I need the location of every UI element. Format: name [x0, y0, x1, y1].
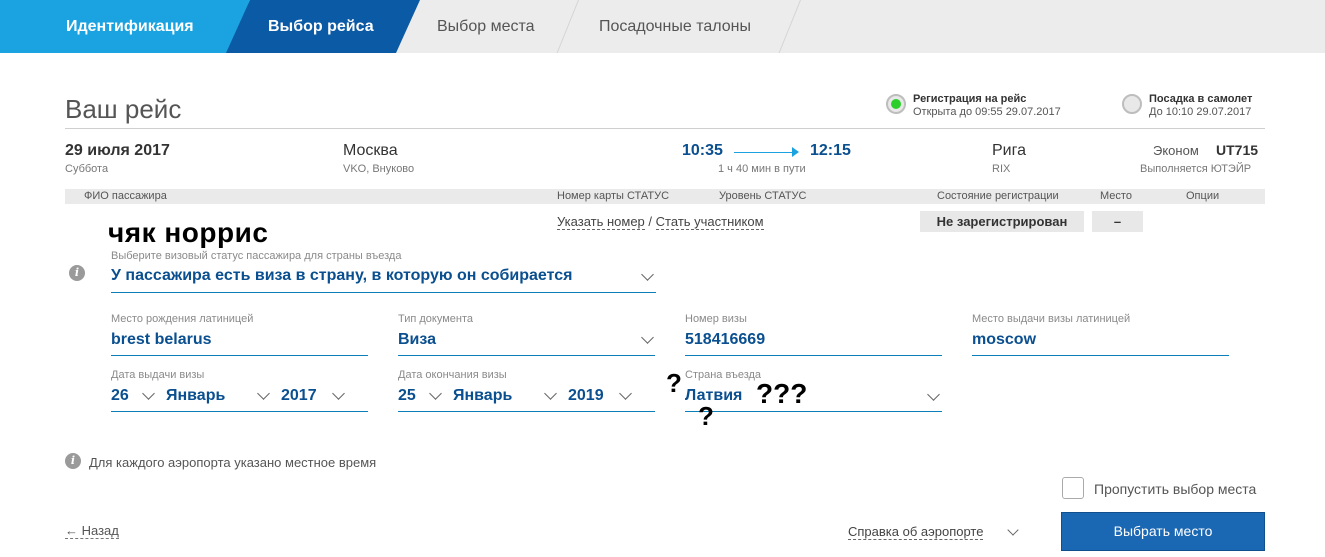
boarding-status-title: Посадка в самолет	[1149, 93, 1253, 105]
doc-type-label: Тип документа	[398, 313, 474, 325]
chevron-down-icon[interactable]	[619, 387, 632, 400]
step-flight-selection[interactable]: Выбор рейса	[226, 0, 420, 53]
departure-city: Москва	[343, 142, 398, 159]
issue-date-label: Дата выдачи визы	[111, 369, 205, 381]
flight-duration: 1 ч 40 мин в пути	[718, 163, 806, 175]
col-status-card: Номер карты СТАТУС	[557, 190, 670, 202]
skip-seat-checkbox[interactable]	[1062, 477, 1084, 499]
fare-class: Эконом	[1153, 143, 1199, 158]
chevron-down-icon[interactable]	[257, 387, 270, 400]
enter-card-number-link[interactable]: Указать номер	[557, 214, 645, 230]
seat-badge: –	[1092, 211, 1143, 232]
chevron-down-icon[interactable]	[142, 387, 155, 400]
issue-year-select[interactable]: 2017	[281, 387, 317, 405]
departure-time: 10:35	[682, 142, 723, 159]
col-seat: Место	[1100, 190, 1132, 202]
arrival-time: 12:15	[810, 142, 851, 159]
chevron-down-icon[interactable]	[429, 387, 442, 400]
flight-arrow	[734, 152, 796, 153]
registration-status-badge: Не зарегистрирован	[920, 211, 1084, 232]
boarding-status-indicator	[1122, 94, 1142, 114]
visa-status-select[interactable]: У пассажира есть виза в страну, в котору…	[111, 267, 572, 285]
chevron-down-icon[interactable]	[544, 387, 557, 400]
issue-day-select[interactable]: 26	[111, 387, 129, 405]
skip-seat-label[interactable]: Пропустить выбор места	[1094, 481, 1256, 497]
step-seat-selection[interactable]: Выбор места	[400, 0, 580, 53]
birthplace-underline	[111, 355, 368, 356]
expiry-date-underline	[398, 411, 655, 412]
step-boarding-passes[interactable]: Посадочные талоны	[565, 0, 795, 53]
col-reg-status: Состояние регистрации	[937, 190, 1059, 202]
page-title: Ваш рейс	[65, 94, 182, 124]
chevron-down-icon[interactable]	[641, 331, 654, 344]
col-status-level: Уровень СТАТУС	[719, 190, 807, 202]
visa-number-underline	[685, 355, 942, 356]
question-mark-annotation: ?	[666, 368, 682, 398]
info-icon: i	[69, 265, 85, 281]
visa-place-label: Место выдачи визы латиницей	[972, 313, 1131, 325]
chevron-down-icon[interactable]	[927, 388, 940, 401]
col-passenger-name: ФИО пассажира	[84, 190, 167, 202]
doc-type-select[interactable]: Виза	[398, 331, 436, 349]
arrival-city: Рига	[992, 142, 1026, 159]
status-links: Указать номер / Стать участником	[557, 214, 764, 230]
flight-date: 29 июля 2017	[65, 142, 170, 159]
arrival-airport: RIX	[992, 163, 1011, 175]
expiry-day-select[interactable]: 25	[398, 387, 416, 405]
passenger-name: чяк норрис	[108, 217, 269, 248]
visa-place-input[interactable]: moscow	[972, 331, 1036, 349]
question-marks-annotation: ???	[756, 378, 808, 409]
expiry-date-label: Дата окончания визы	[398, 369, 507, 381]
progress-steps: Идентификация Выбор рейса Выбор места По…	[0, 0, 1325, 53]
info-icon: i	[65, 453, 81, 469]
checkin-status-title: Регистрация на рейс	[913, 93, 1027, 105]
step-identification[interactable]: Идентификация	[0, 0, 250, 53]
visa-place-underline	[972, 355, 1229, 356]
chevron-down-icon[interactable]	[641, 268, 654, 281]
become-member-link[interactable]: Стать участником	[655, 214, 764, 230]
issue-month-select[interactable]: Январь	[166, 387, 225, 405]
expiry-year-select[interactable]: 2019	[568, 387, 604, 405]
flight-weekday: Суббота	[65, 163, 109, 175]
doc-type-underline	[398, 355, 655, 356]
checkin-status-indicator	[886, 94, 906, 114]
chevron-down-icon[interactable]	[1007, 524, 1019, 536]
entry-country-label: Страна въезда	[685, 369, 762, 381]
visa-status-label: Выберите визовый статус пассажира для ст…	[111, 250, 402, 262]
checkin-status-sub: Открыта до 09:55 29.07.2017	[913, 106, 1061, 118]
visa-number-label: Номер визы	[685, 313, 747, 325]
flight-operator: Выполняется ЮТЭЙР	[1140, 163, 1252, 175]
airport-info-link[interactable]: Справка об аэропорте	[848, 524, 984, 540]
expiry-month-select[interactable]: Январь	[453, 387, 512, 405]
links-separator: /	[648, 214, 653, 229]
back-link[interactable]: ← Назад	[65, 523, 119, 539]
chevron-down-icon[interactable]	[332, 387, 345, 400]
col-options: Опции	[1186, 190, 1220, 202]
choose-seat-button[interactable]: Выбрать место	[1061, 512, 1265, 551]
question-mark-annotation: ?	[698, 401, 714, 431]
arrow-right-icon	[792, 147, 799, 157]
departure-airport: VKO, Внуково	[343, 163, 415, 175]
flight-number: UT715	[1216, 142, 1259, 158]
boarding-status-sub: До 10:10 29.07.2017	[1149, 106, 1252, 118]
timezone-note: Для каждого аэропорта указано местное вр…	[89, 455, 377, 470]
issue-date-underline	[111, 411, 368, 412]
birthplace-input[interactable]: brest belarus	[111, 331, 211, 349]
birthplace-label: Место рождения латиницей	[111, 313, 254, 325]
visa-number-input[interactable]: 518416669	[685, 331, 765, 349]
visa-status-underline	[111, 292, 656, 293]
header-divider	[65, 128, 1265, 129]
entry-country-underline	[685, 411, 942, 412]
